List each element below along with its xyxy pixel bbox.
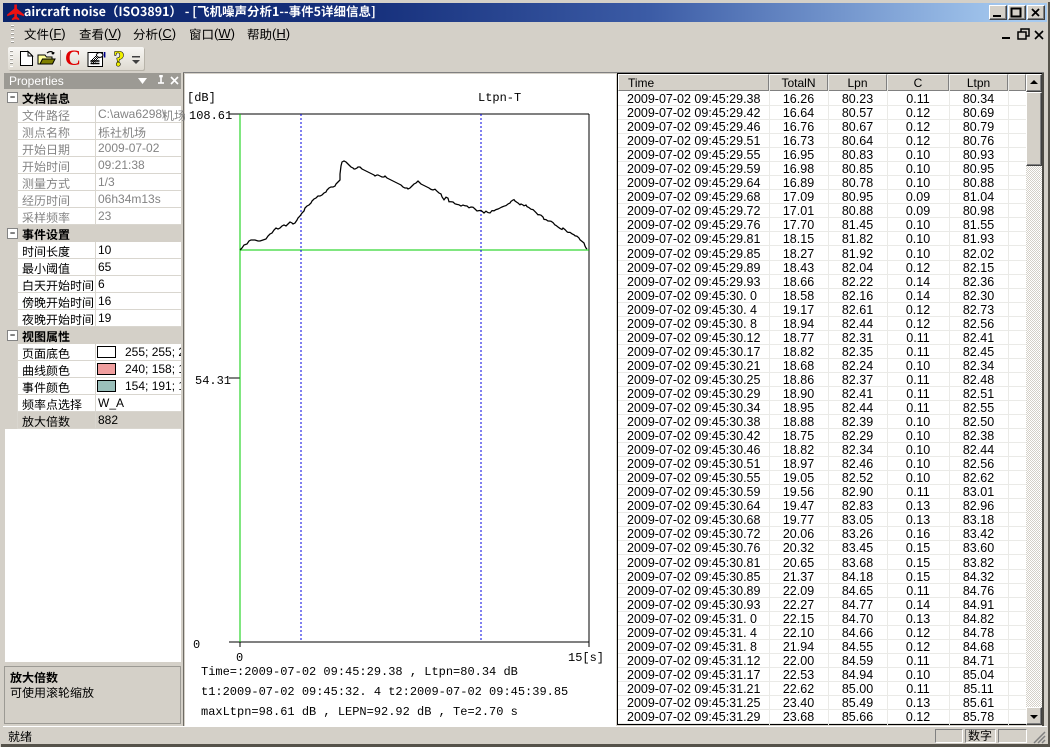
svg-text:15[s]: 15[s] <box>568 651 604 665</box>
svg-text:[dB]: [dB] <box>187 91 216 105</box>
svg-text:maxLtpn=98.61 dB , LEPN=92.92: maxLtpn=98.61 dB , LEPN=92.92 dB , Te=2.… <box>201 705 518 719</box>
svg-text:?: ? <box>114 47 125 70</box>
svg-text:54.31: 54.31 <box>195 374 231 388</box>
svg-text:0: 0 <box>236 651 243 665</box>
svg-text:Time=:2009-07-02 09:45:29.38 ,: Time=:2009-07-02 09:45:29.38 , Ltpn=80.3… <box>201 665 518 679</box>
svg-text:Ltpn-T: Ltpn-T <box>478 91 521 105</box>
svg-text:t1:2009-07-02 09:45:32. 4 t2:2: t1:2009-07-02 09:45:32. 4 t2:2009-07-02 … <box>201 685 568 699</box>
svg-text:0: 0 <box>193 638 200 652</box>
svg-text:108.61: 108.61 <box>189 109 232 123</box>
